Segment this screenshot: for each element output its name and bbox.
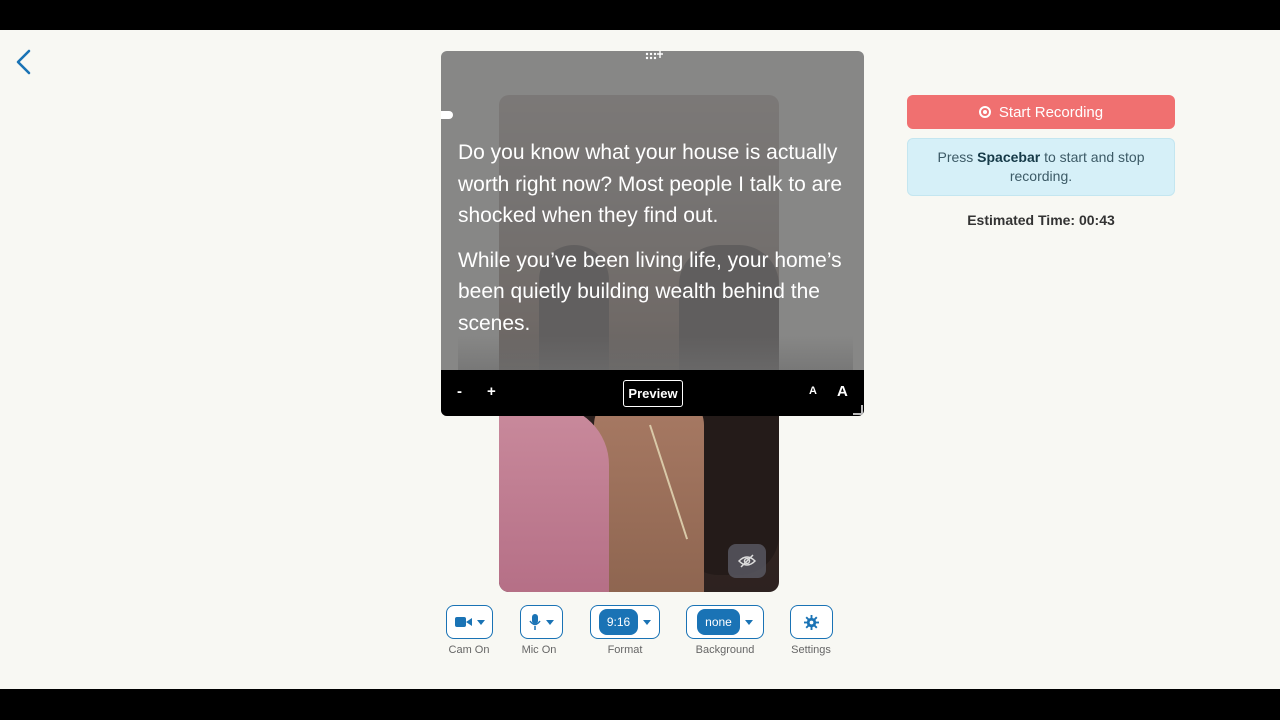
- mic-toggle-button[interactable]: [520, 605, 563, 639]
- back-chevron-icon[interactable]: [12, 48, 36, 76]
- chevron-down-icon: [744, 619, 753, 625]
- start-recording-label: Start Recording: [998, 103, 1104, 121]
- camera-toggle-button[interactable]: [446, 605, 493, 639]
- text-fade: [458, 336, 853, 370]
- cam-label: Cam On: [448, 644, 490, 656]
- script-paragraph: While you’ve been living life, your home…: [458, 248, 842, 335]
- hint-prefix: Press: [937, 149, 978, 165]
- settings-button[interactable]: [790, 605, 833, 639]
- gear-icon: [804, 614, 819, 630]
- settings-label: Settings: [791, 644, 831, 656]
- chevron-down-icon: [546, 619, 554, 625]
- bottom-letterbox: [0, 689, 1280, 720]
- font-smaller-button[interactable]: A: [809, 385, 817, 397]
- script-text: Do you know what your house is actually …: [458, 137, 853, 370]
- top-letterbox: [0, 0, 1280, 30]
- preview-button[interactable]: Preview: [623, 380, 683, 407]
- hint-key: Spacebar: [977, 149, 1041, 165]
- format-value: 9:16: [598, 609, 639, 635]
- format-select[interactable]: 9:16: [590, 605, 660, 639]
- drag-handle-icon[interactable]: [644, 51, 664, 63]
- scroll-marker: [441, 111, 453, 119]
- chevron-down-icon: [643, 619, 652, 625]
- estimated-time: Estimated Time: 00:43: [967, 212, 1115, 228]
- cardigan: [499, 405, 609, 592]
- start-recording-button[interactable]: Start Recording: [907, 95, 1175, 129]
- hide-camera-eye-slash-icon[interactable]: [728, 544, 766, 578]
- speed-increase-button[interactable]: +: [487, 383, 496, 400]
- teleprompter-overlay: Do you know what your house is actually …: [441, 51, 864, 416]
- record-icon: [978, 106, 991, 118]
- speed-decrease-button[interactable]: -: [457, 383, 462, 400]
- microphone-icon: [529, 614, 541, 630]
- video-camera-icon: [454, 617, 472, 627]
- background-label: Background: [695, 644, 755, 656]
- font-larger-button[interactable]: A: [837, 383, 848, 400]
- script-paragraph: Do you know what your house is actually …: [458, 141, 843, 227]
- background-value: none: [697, 609, 740, 635]
- resize-handle-icon[interactable]: [853, 405, 863, 415]
- format-label: Format: [607, 644, 643, 656]
- teleprompter-toolbar: - + Preview A A: [441, 370, 864, 416]
- mic-label: Mic On: [521, 644, 557, 656]
- chevron-down-icon: [476, 619, 485, 625]
- background-select[interactable]: none: [686, 605, 764, 639]
- spacebar-hint: Press Spacebar to start and stop recordi…: [907, 138, 1175, 196]
